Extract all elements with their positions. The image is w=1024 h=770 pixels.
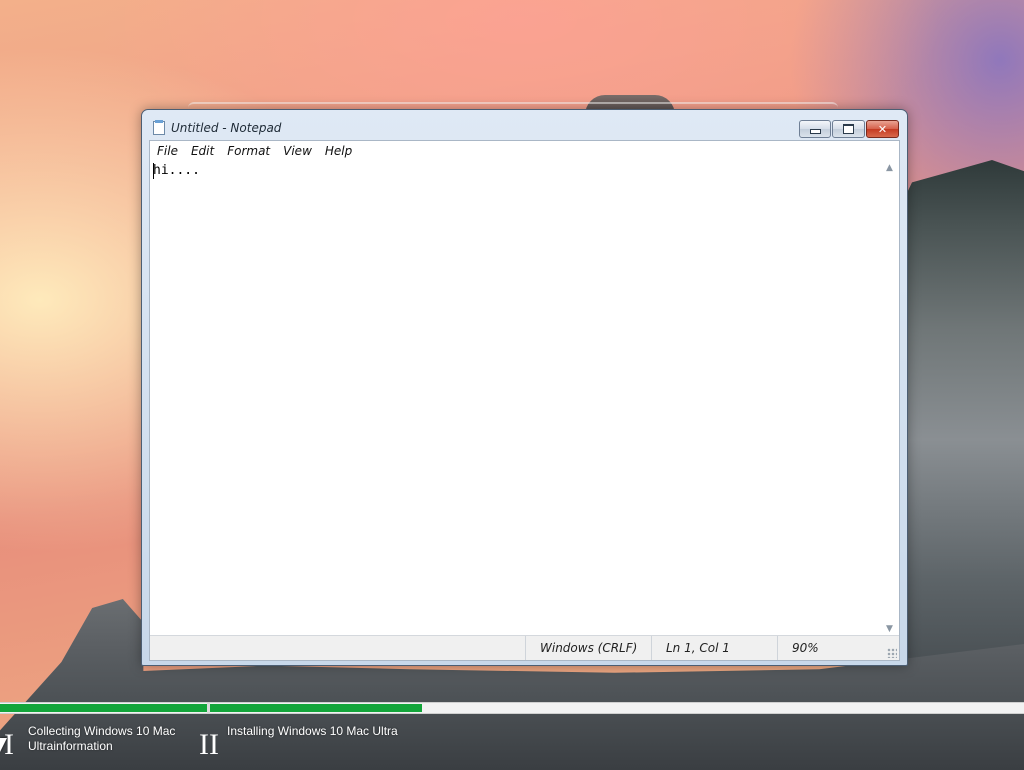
- mouse-cursor-icon: [0, 738, 7, 752]
- vertical-scrollbar[interactable]: ▲ ▼: [883, 161, 899, 636]
- status-cursor-position: Ln 1, Col 1: [651, 636, 777, 660]
- scroll-up-icon[interactable]: ▲: [886, 163, 893, 173]
- title-bar[interactable]: Untitled - Notepad ✕: [142, 110, 907, 141]
- notepad-window[interactable]: Untitled - Notepad ✕ File Edit Format Vi…: [141, 109, 908, 666]
- status-line-ending: Windows (CRLF): [525, 636, 651, 660]
- maximize-button[interactable]: [832, 120, 865, 138]
- progress-step2-fill: [210, 704, 422, 712]
- menu-file[interactable]: File: [150, 144, 184, 158]
- step1-label: Collecting Windows 10 Mac Ultrainformati…: [28, 724, 176, 753]
- status-zoom: 90%: [777, 636, 885, 660]
- menu-bar: File Edit Format View Help: [150, 141, 899, 161]
- window-title: Untitled - Notepad: [171, 121, 282, 135]
- resize-grip-icon[interactable]: [887, 648, 897, 658]
- notepad-client: File Edit Format View Help hi.... ▲ ▼ Wi…: [149, 140, 900, 661]
- menu-edit[interactable]: Edit: [184, 144, 220, 158]
- step2-number: II: [199, 728, 219, 761]
- notepad-icon[interactable]: [153, 120, 165, 135]
- menu-format[interactable]: Format: [220, 144, 276, 158]
- editor-content[interactable]: hi....: [153, 163, 200, 178]
- close-button[interactable]: ✕: [866, 120, 899, 138]
- step2-label: Installing Windows 10 Mac Ultra: [227, 724, 398, 738]
- menu-view[interactable]: View: [276, 144, 318, 158]
- maximize-icon: [843, 124, 854, 134]
- installer-progress-bar: [0, 702, 1024, 714]
- minimize-icon: [809, 129, 821, 134]
- close-icon: ✕: [877, 122, 888, 136]
- progress-step1-fill: [0, 704, 207, 712]
- text-editor[interactable]: hi....: [150, 161, 885, 636]
- status-bar: Windows (CRLF) Ln 1, Col 1 90%: [150, 635, 899, 660]
- scroll-down-icon[interactable]: ▼: [886, 624, 893, 634]
- text-caret: [153, 163, 154, 179]
- minimize-button[interactable]: [799, 120, 831, 138]
- menu-help[interactable]: Help: [318, 144, 358, 158]
